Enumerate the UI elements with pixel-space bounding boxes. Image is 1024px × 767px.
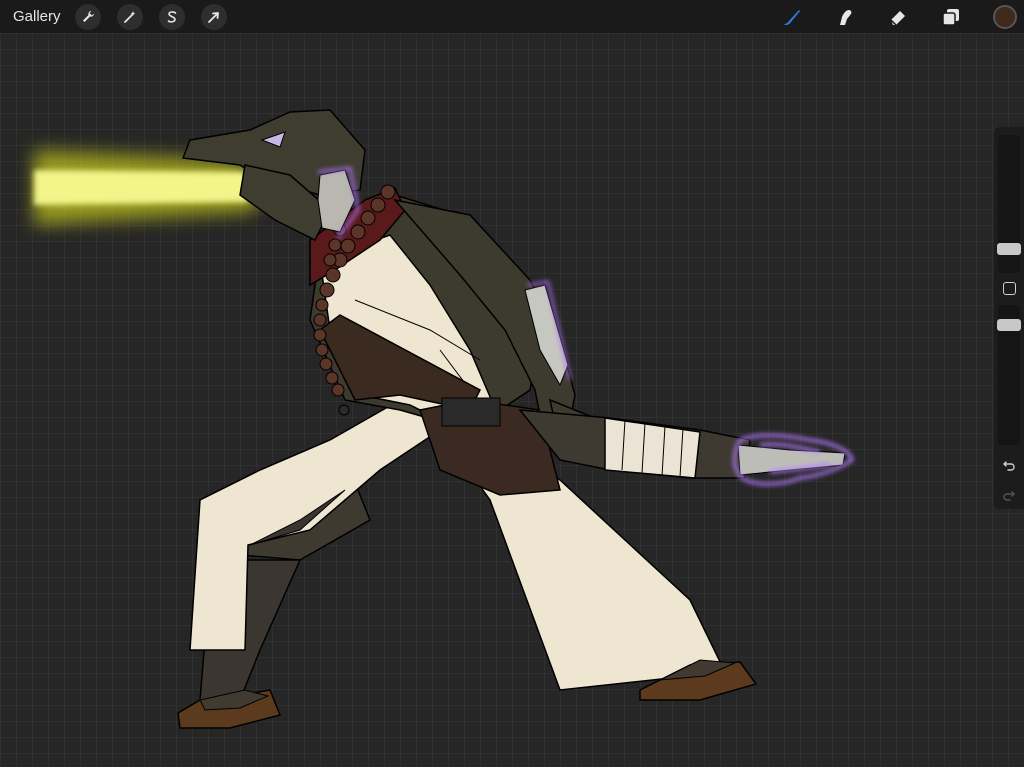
layers-button[interactable] xyxy=(940,6,962,28)
paint-tool-button[interactable] xyxy=(781,6,803,28)
magic-wand-icon xyxy=(123,10,135,23)
redo-icon xyxy=(1003,491,1015,501)
actions-button[interactable] xyxy=(74,3,101,30)
redo-button[interactable] xyxy=(1000,487,1018,503)
tail-wrap xyxy=(604,417,701,479)
layers-icon xyxy=(942,8,959,26)
erase-tool-button[interactable] xyxy=(887,6,909,28)
smudge-icon xyxy=(840,9,852,25)
modify-button[interactable] xyxy=(1003,282,1016,295)
selection-s-icon xyxy=(167,10,176,23)
sidebar xyxy=(994,127,1024,509)
canvas[interactable] xyxy=(0,33,1024,767)
adjustments-button[interactable] xyxy=(116,3,143,30)
tool-group xyxy=(781,0,1024,33)
brush-size-handle[interactable] xyxy=(997,243,1021,255)
arrow-cursor-icon xyxy=(207,11,219,23)
wrench-icon xyxy=(82,10,94,22)
opacity-handle[interactable] xyxy=(997,319,1021,331)
brush-icon xyxy=(784,9,800,25)
smudge-tool-button[interactable] xyxy=(834,6,856,28)
undo-icon xyxy=(1003,461,1015,471)
selection-button[interactable] xyxy=(158,3,185,30)
transform-button[interactable] xyxy=(200,3,227,30)
top-toolbar: Gallery xyxy=(0,0,1024,33)
gallery-button[interactable]: Gallery xyxy=(13,8,61,25)
eraser-icon xyxy=(890,10,905,26)
undo-button[interactable] xyxy=(1000,457,1018,473)
color-swatch-button[interactable] xyxy=(993,4,1017,29)
artwork xyxy=(34,109,854,729)
